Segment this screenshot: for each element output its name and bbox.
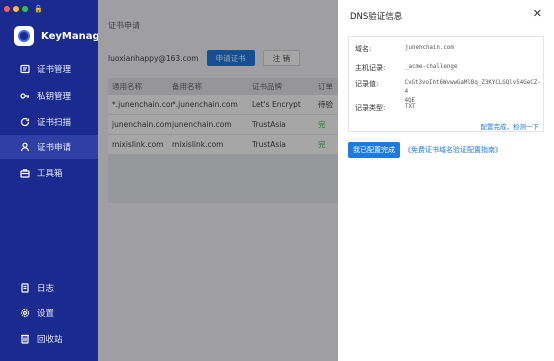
sidebar-item-certificates[interactable]: 证书管理: [0, 57, 98, 81]
host-record-value: _acme-challenge: [405, 64, 458, 70]
sidebar-item-toolbox[interactable]: 工具箱: [0, 161, 98, 185]
record-value: CvGt3voIht6WvwwGaMlBq_Z3KYCLGQlv54GeCZ-4…: [405, 79, 543, 106]
brand: KeyManager: [14, 26, 111, 46]
close-window-button[interactable]: [4, 6, 10, 12]
check-configuration-link[interactable]: 配置完成，检测一下: [481, 121, 540, 131]
scan-icon: [20, 117, 30, 127]
sidebar-item-label: 证书申请: [37, 143, 72, 153]
drawer-title: DNS验证信息: [350, 12, 403, 22]
settings-icon: [20, 308, 30, 318]
maximize-window-button[interactable]: [22, 6, 28, 12]
sidebar-item-label: 日志: [37, 284, 55, 294]
toolbox-icon: [20, 168, 30, 178]
sidebar-item-label: 证书扫描: [37, 118, 72, 128]
key-icon: [20, 91, 30, 101]
record-value-line-1: CvGt3voIht6WvwwGaMlBq_Z3KYCLGQlv54GeCZ-4: [404, 80, 541, 95]
minimize-window-button[interactable]: [13, 6, 19, 12]
sidebar: 🔓 KeyManager 证书管理 私钥管理 证书扫描 证书申请 工具箱 日志 …: [0, 0, 111, 361]
domain-value: junenchain.com: [405, 45, 454, 51]
trash-icon: [20, 334, 30, 344]
user-icon: [20, 142, 30, 152]
close-icon[interactable]: ✕: [533, 7, 542, 20]
sidebar-item-logs[interactable]: 日志: [0, 276, 98, 300]
lock-icon[interactable]: 🔓: [34, 5, 43, 13]
app-logo-icon: [14, 26, 34, 46]
modal-overlay[interactable]: [98, 0, 338, 361]
sidebar-item-label: 设置: [37, 309, 55, 319]
log-icon: [20, 283, 30, 293]
sidebar-item-label: 证书管理: [37, 65, 72, 75]
window-controls: 🔓: [4, 5, 43, 13]
sidebar-item-trash[interactable]: 回收站: [0, 327, 98, 351]
certificate-icon: [20, 64, 30, 74]
record-value-label: 记录值:: [355, 80, 379, 88]
record-type-label: 记录类型:: [355, 104, 386, 112]
sidebar-item-scan[interactable]: 证书扫描: [0, 110, 98, 134]
sidebar-item-apply[interactable]: 证书申请: [0, 135, 98, 159]
verification-guide-link[interactable]: 《免费证书域名验证配置指南》: [404, 145, 502, 155]
drawer-actions: 我已配置完成 《免费证书域名验证配置指南》: [348, 142, 502, 158]
sidebar-item-label: 回收站: [37, 335, 63, 345]
sidebar-item-label: 私钥管理: [37, 92, 72, 102]
dns-info-box: 域名: junenchain.com 主机记录: _acme-challenge…: [348, 36, 544, 132]
host-record-label: 主机记录:: [355, 64, 386, 72]
record-value-line-2: 4QE: [404, 98, 416, 104]
dns-verification-drawer: DNS验证信息 ✕ 域名: junenchain.com 主机记录: _acme…: [338, 0, 554, 361]
record-type-value: TXT: [405, 104, 416, 110]
record-type-row: 记录类型: TXT: [355, 103, 415, 113]
record-value-row: 记录值: CvGt3voIht6WvwwGaMlBq_Z3KYCLGQlv54G…: [355, 79, 543, 106]
sidebar-item-label: 工具箱: [37, 169, 63, 179]
sidebar-item-private-keys[interactable]: 私钥管理: [0, 84, 98, 108]
sidebar-item-settings[interactable]: 设置: [0, 301, 98, 325]
domain-label: 域名:: [355, 45, 372, 53]
configuration-done-button[interactable]: 我已配置完成: [348, 142, 400, 158]
host-record-row: 主机记录: _acme-challenge: [355, 63, 457, 73]
domain-row: 域名: junenchain.com: [355, 44, 454, 54]
